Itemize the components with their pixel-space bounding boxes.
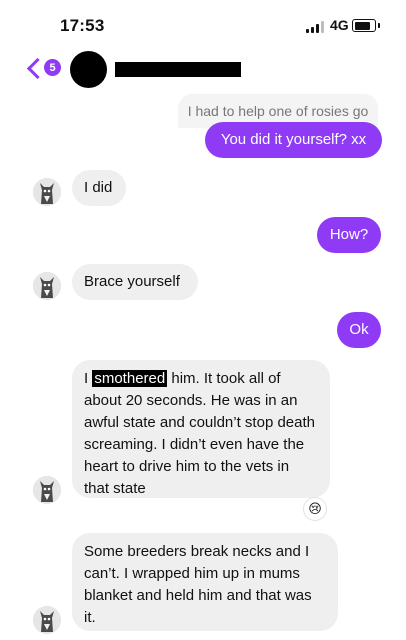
redacted-word: smothered <box>92 370 168 387</box>
reaction-crying-face-emoji[interactable]: 😢 <box>303 497 327 521</box>
message-incoming[interactable]: I did <box>72 170 126 206</box>
message-text: Brace yourself <box>84 273 180 290</box>
message-outgoing[interactable]: Ok <box>337 312 381 348</box>
unread-count-badge: 5 <box>44 59 61 76</box>
reaction-emoji: 😢 <box>308 501 322 516</box>
battery-icon <box>352 19 380 32</box>
conversation-header: 5 <box>0 48 406 90</box>
message-text: Ok <box>349 321 369 338</box>
message-text: Some breeders break necks and I can’t. I… <box>84 543 312 626</box>
message-incoming[interactable]: I smothered him. It took all of about 20… <box>72 360 330 498</box>
cat-avatar-icon[interactable] <box>33 606 61 634</box>
back-button[interactable]: 5 <box>26 56 64 82</box>
signal-strength-icon <box>306 21 326 33</box>
status-bar: 17:53 4G <box>0 0 406 48</box>
cat-avatar-icon[interactable] <box>33 476 61 504</box>
message-incoming[interactable]: Brace yourself <box>72 264 198 300</box>
message-text: How? <box>329 226 369 243</box>
contact-avatar-redacted[interactable] <box>70 51 107 88</box>
message-incoming[interactable]: Some breeders break necks and I can’t. I… <box>72 533 338 631</box>
reply-quote-text: I had to help one of rosies go <box>187 103 369 119</box>
network-type-label: 4G <box>330 17 349 33</box>
clock-time: 17:53 <box>60 16 105 35</box>
message-text: You did it yourself? xx <box>220 131 367 148</box>
message-outgoing[interactable]: You did it yourself? xx <box>205 122 382 158</box>
message-text: I did <box>84 179 113 196</box>
message-thread[interactable]: I had to help one of rosies go You did i… <box>0 90 406 640</box>
message-outgoing[interactable]: How? <box>317 217 381 253</box>
cat-avatar-icon[interactable] <box>33 178 61 206</box>
message-text-after: him. It took all of about 20 seconds. He… <box>84 370 315 497</box>
contact-name-redacted[interactable] <box>115 62 241 77</box>
cat-avatar-icon[interactable] <box>33 272 61 300</box>
